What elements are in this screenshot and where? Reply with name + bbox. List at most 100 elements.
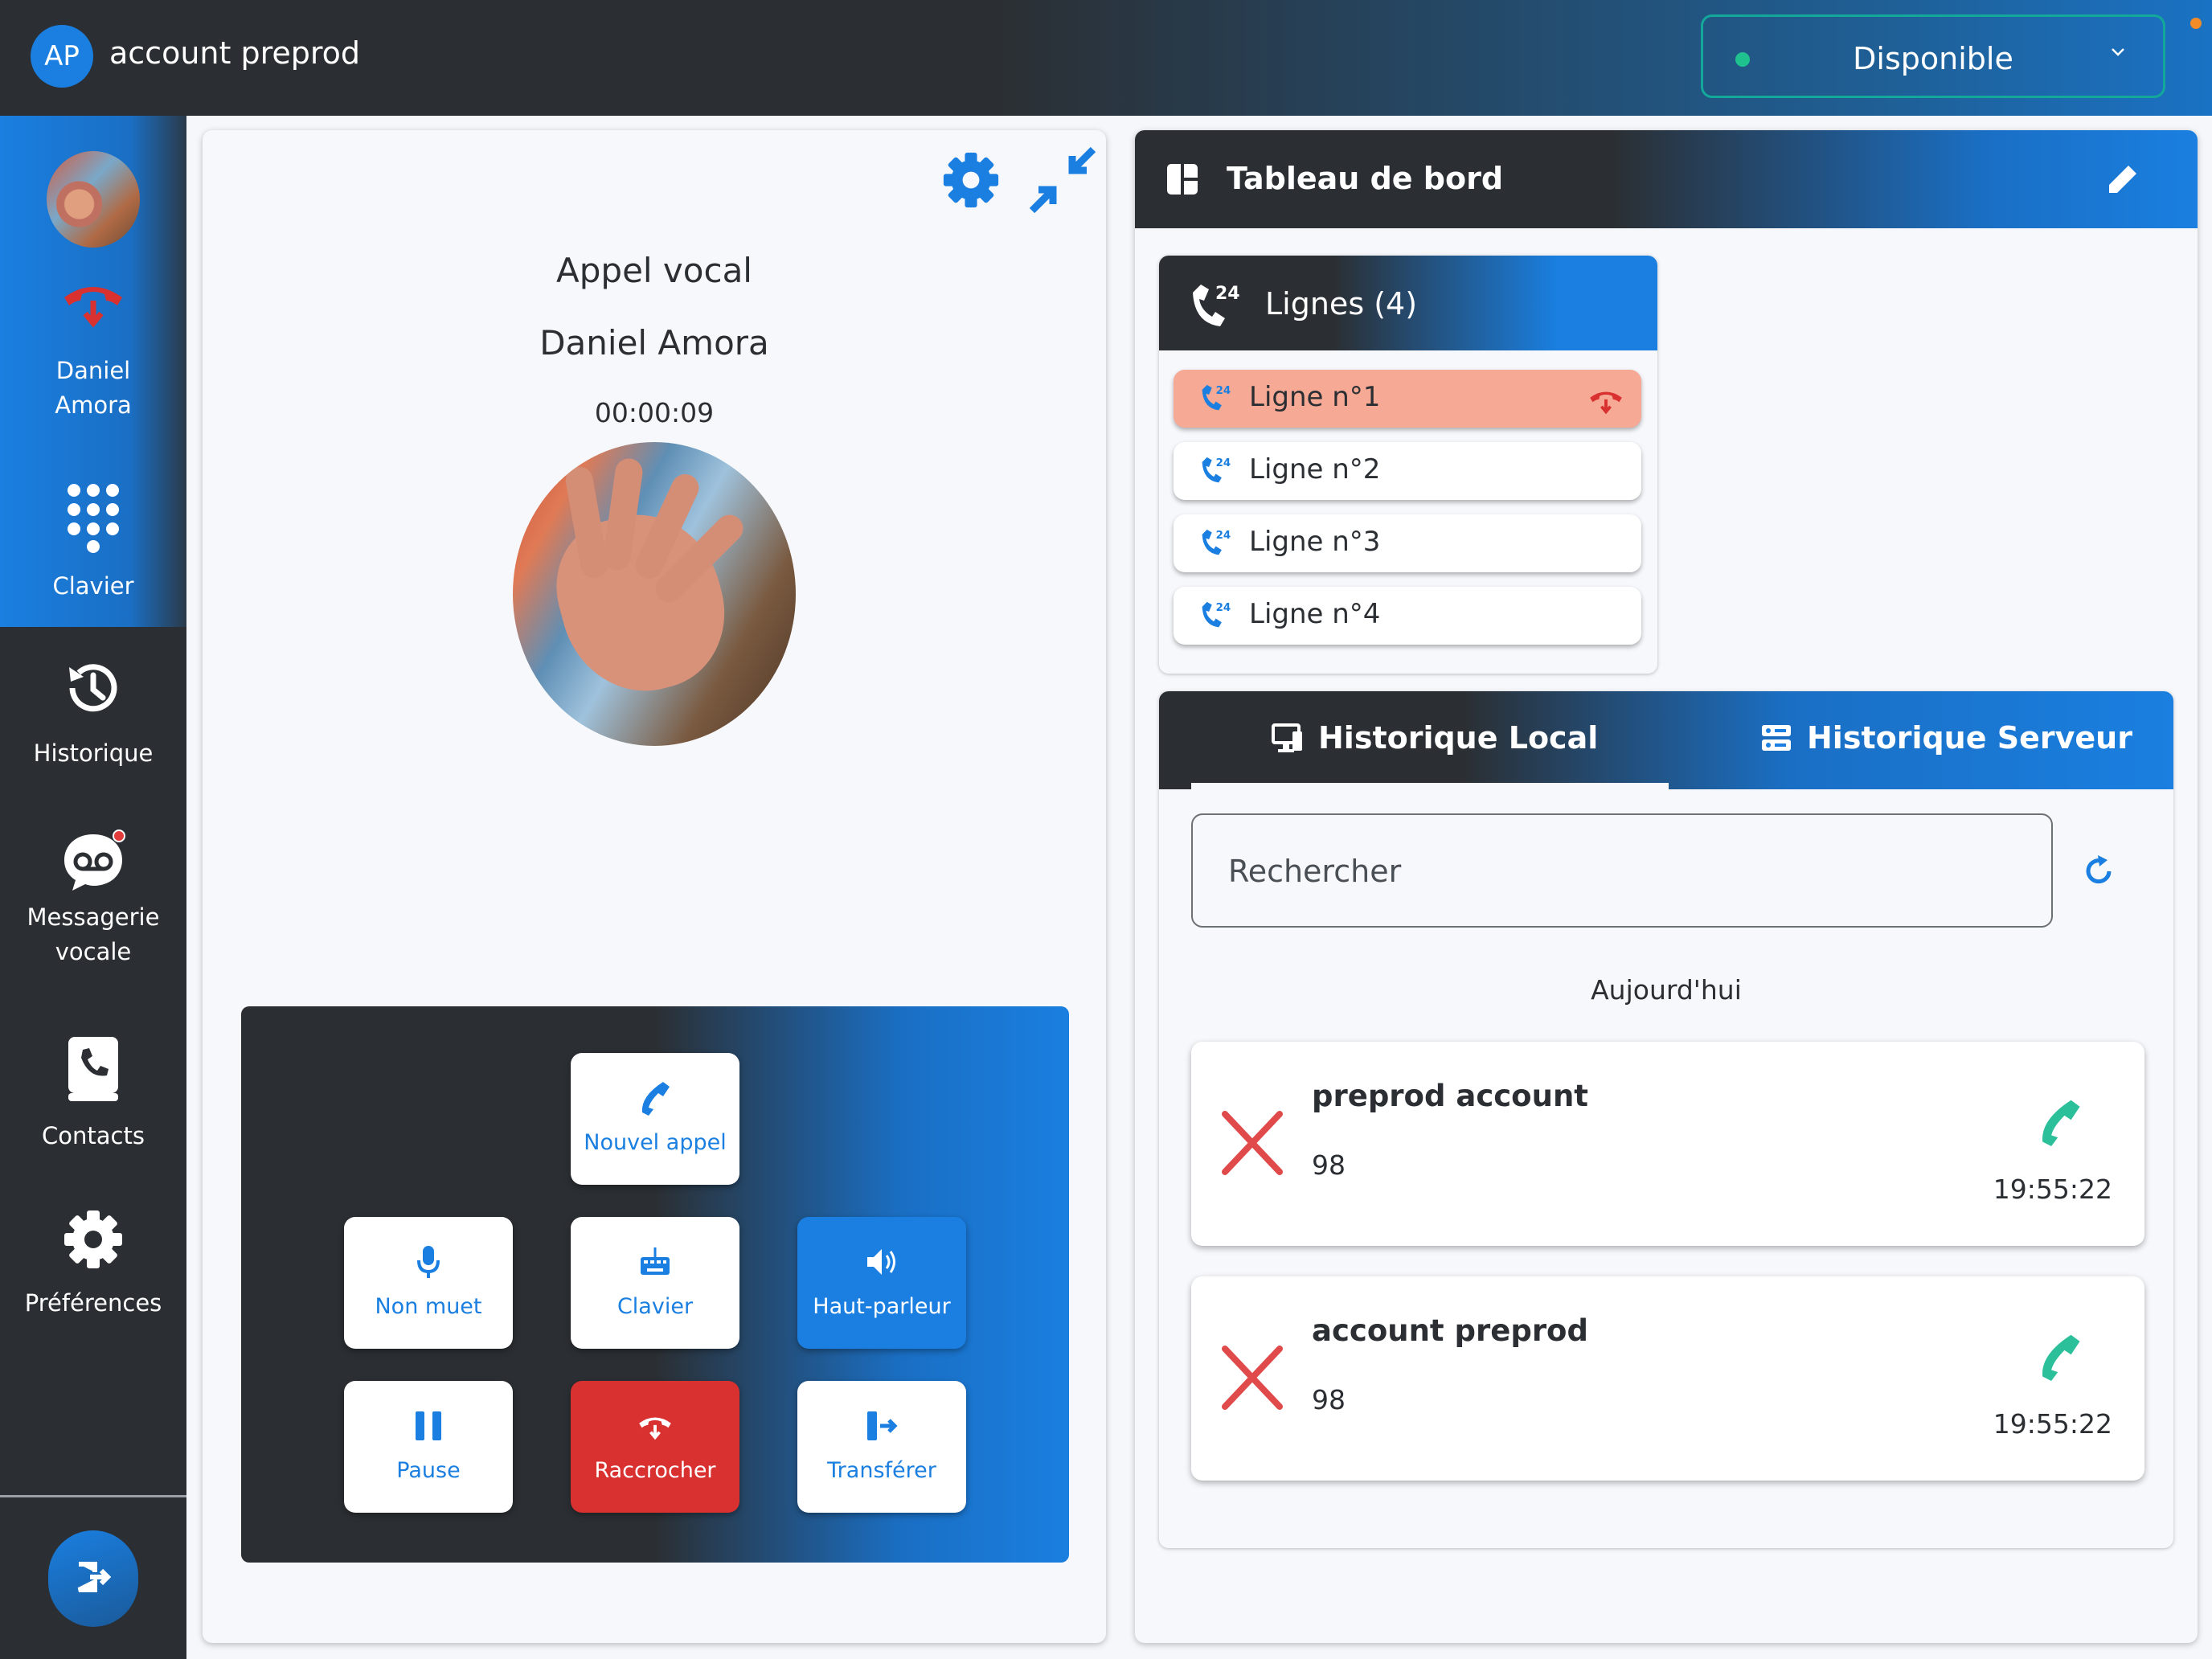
hangup-button[interactable]: Raccrocher <box>571 1381 739 1513</box>
call-settings-button[interactable] <box>942 151 1000 212</box>
history-time: 19:55:22 <box>1993 1408 2112 1440</box>
history-entry[interactable]: account preprod 98 19:55:22 <box>1191 1276 2144 1481</box>
button-label: Transférer <box>827 1458 936 1483</box>
svg-text:24: 24 <box>1216 457 1231 469</box>
sidebar-item-preferences[interactable]: Préférences <box>0 1209 186 1321</box>
sidebar-item-label: Clavier <box>52 572 134 600</box>
line-label: Ligne n°4 <box>1249 598 1381 630</box>
logout-button[interactable] <box>48 1530 138 1627</box>
gear-icon <box>943 152 999 208</box>
account-name: account preprod <box>109 35 361 71</box>
history-entry[interactable]: preprod account 98 19:55:22 <box>1191 1042 2144 1246</box>
logout-icon <box>76 1559 112 1598</box>
server-icon <box>1762 725 1791 751</box>
caller-photo <box>513 442 796 746</box>
button-label: Nouvel appel <box>584 1130 727 1155</box>
mute-button[interactable]: Non muet <box>344 1217 513 1349</box>
history-time: 19:55:22 <box>1993 1174 2112 1205</box>
svg-text:24: 24 <box>1216 602 1231 614</box>
new-call-button[interactable]: Nouvel appel <box>571 1053 739 1185</box>
history-tabs: Historique Local Historique Serveur <box>1159 691 2173 789</box>
day-group-label: Aujourd'hui <box>1591 974 1742 1006</box>
history-contact-number: 98 <box>1312 1384 1346 1415</box>
edit-icon[interactable] <box>2106 162 2140 199</box>
pause-icon <box>344 1408 513 1444</box>
button-label: Non muet <box>375 1294 482 1319</box>
notification-dot <box>2190 18 2202 29</box>
sidebar-item-keypad[interactable]: Clavier <box>0 482 186 604</box>
caller-avatar <box>47 151 140 248</box>
phone-24-icon: 24 <box>1199 598 1231 633</box>
call-type: Appel vocal <box>556 251 752 290</box>
line-item[interactable]: 24 Ligne n°2 <box>1174 442 1641 500</box>
dashboard-header: Tableau de bord <box>1135 130 2198 228</box>
sidebar: Daniel Amora Clavier Historique Messager… <box>0 116 186 1659</box>
svg-text:24: 24 <box>1216 530 1231 542</box>
dashboard-panel: Tableau de bord 24 Lignes (4) 24 Ligne n… <box>1135 130 2198 1643</box>
contacts-icon <box>0 1035 186 1112</box>
phone-24-icon: 24 <box>1188 278 1241 334</box>
keypad-button[interactable]: Clavier <box>571 1217 739 1349</box>
active-call-label: Daniel Amora <box>55 357 132 419</box>
tab-server-history[interactable]: Historique Serveur <box>1760 720 2132 756</box>
dashboard-title: Tableau de bord <box>1227 161 1504 196</box>
button-label: Haut-parleur <box>813 1294 951 1319</box>
transfer-icon <box>797 1408 966 1444</box>
history-card: Historique Local Historique Serveur Aujo… <box>1159 691 2173 1548</box>
dialpad-icon <box>0 482 186 563</box>
speaker-icon <box>797 1244 966 1280</box>
sidebar-item-label: Messagerie vocale <box>27 903 160 965</box>
sidebar-item-label: Historique <box>33 739 154 767</box>
refresh-icon[interactable] <box>2083 852 2116 891</box>
sidebar-item-label: Contacts <box>42 1122 145 1149</box>
tab-label: Historique Serveur <box>1807 720 2132 756</box>
hold-button[interactable]: Pause <box>344 1381 513 1513</box>
user-avatar[interactable]: AP <box>31 25 93 88</box>
sidebar-divider <box>0 1495 186 1497</box>
call-duration: 00:00:09 <box>594 397 715 428</box>
lines-header: 24 Lignes (4) <box>1159 256 1657 350</box>
button-label: Pause <box>396 1458 461 1483</box>
hangup-icon <box>571 1408 739 1444</box>
call-back-icon[interactable] <box>2037 1333 2083 1384</box>
history-icon <box>0 656 186 730</box>
svg-text:24: 24 <box>1216 385 1231 397</box>
hangup-icon[interactable] <box>1588 386 1624 418</box>
transfer-button[interactable]: Transférer <box>797 1381 966 1513</box>
top-bar: AP account preprod Disponible <box>0 0 2212 116</box>
minimize-icon[interactable] <box>1029 146 1096 217</box>
line-item[interactable]: 24 Ligne n°1 <box>1174 370 1641 428</box>
sidebar-item-label: Préférences <box>24 1289 162 1317</box>
line-label: Ligne n°1 <box>1249 381 1381 413</box>
desktop-icon <box>1272 723 1302 752</box>
chevron-down-icon <box>2108 41 2128 68</box>
history-contact-name: preprod account <box>1312 1079 1588 1113</box>
line-label: Ligne n°3 <box>1249 526 1381 558</box>
status-dropdown[interactable]: Disponible <box>1701 14 2165 98</box>
history-contact-number: 98 <box>1312 1149 1346 1181</box>
sidebar-item-active-call[interactable]: Daniel Amora <box>0 116 186 437</box>
tab-local-history[interactable]: Historique Local <box>1272 720 1598 756</box>
sidebar-item-contacts[interactable]: Contacts <box>0 1035 186 1153</box>
status-selected-value: Disponible <box>1853 41 2013 76</box>
phone-24-icon: 24 <box>1199 453 1231 489</box>
sidebar-item-voicemail[interactable]: Messagerie vocale <box>0 830 186 969</box>
missed-call-icon <box>1220 1109 1284 1180</box>
history-search[interactable] <box>1191 813 2053 928</box>
dashboard-icon <box>1165 162 1199 199</box>
call-back-icon[interactable] <box>2037 1098 2083 1149</box>
line-label: Ligne n°2 <box>1249 453 1381 485</box>
sidebar-item-history[interactable]: Historique <box>0 656 186 771</box>
button-label: Raccrocher <box>594 1458 716 1483</box>
tab-label: Historique Local <box>1318 720 1599 756</box>
line-item[interactable]: 24 Ligne n°4 <box>1174 587 1641 645</box>
caller-name: Daniel Amora <box>539 323 769 363</box>
line-item[interactable]: 24 Ligne n°3 <box>1174 514 1641 572</box>
voicemail-icon <box>61 830 125 894</box>
search-input[interactable] <box>1228 847 2016 895</box>
speaker-button[interactable]: Haut-parleur <box>797 1217 966 1349</box>
hangup-icon <box>61 276 125 338</box>
phone-24-icon: 24 <box>1199 526 1231 561</box>
history-contact-name: account preprod <box>1312 1313 1588 1348</box>
keyboard-icon <box>571 1244 739 1280</box>
